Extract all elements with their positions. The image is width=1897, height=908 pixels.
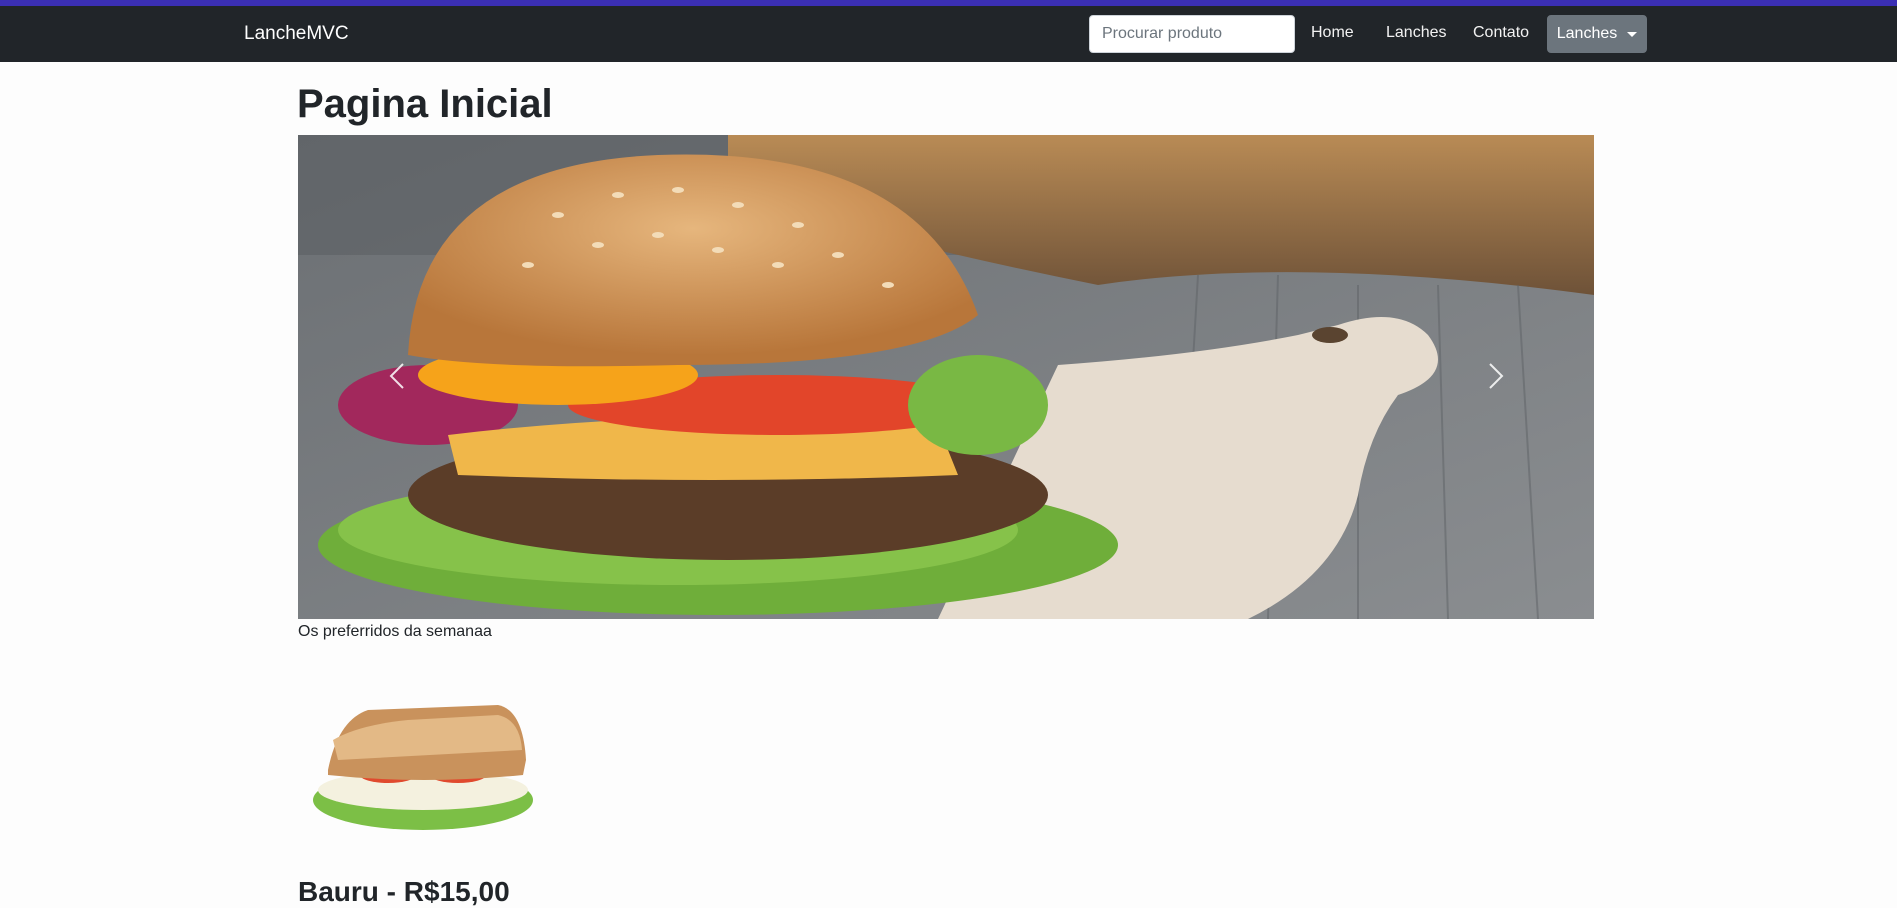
caret-down-icon xyxy=(1627,31,1638,37)
lanches-dropdown-button[interactable]: Lanches xyxy=(1547,15,1647,53)
product-sandwich-image[interactable] xyxy=(298,680,548,840)
carousel[interactable] xyxy=(298,135,1594,619)
dropdown-label: Lanches xyxy=(1556,25,1618,42)
product-title: Bauru - R$15,00 xyxy=(298,876,510,907)
page-title: Pagina Inicial xyxy=(297,82,553,126)
navbar: LancheMVC Home Lanches Contato Lanches xyxy=(0,6,1897,62)
nav-link-lanches[interactable]: Lanches xyxy=(1386,24,1447,42)
nav-link-home[interactable]: Home xyxy=(1311,24,1354,42)
chevron-left-icon[interactable] xyxy=(385,360,409,392)
nav-link-contato[interactable]: Contato xyxy=(1473,24,1529,42)
chevron-right-icon[interactable] xyxy=(1484,360,1508,392)
brand-link[interactable]: LancheMVC xyxy=(244,23,349,45)
carousel-caption: Os preferridos da semanaa xyxy=(298,623,492,640)
search-input[interactable] xyxy=(1089,15,1295,53)
carousel-burger-image xyxy=(298,135,1594,619)
